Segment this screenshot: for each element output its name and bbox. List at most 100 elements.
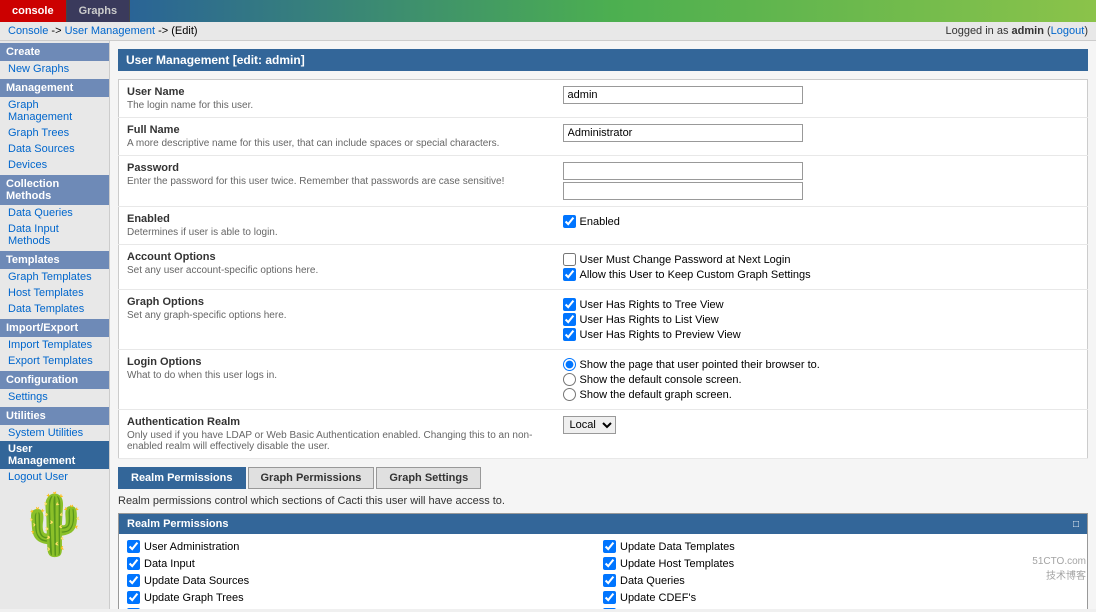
list-view-label: User Has Rights to List View: [580, 314, 719, 326]
tab-graph-permissions[interactable]: Graph Permissions: [248, 467, 375, 489]
sidebar-item-host-templates[interactable]: Host Templates: [0, 285, 109, 301]
sidebar-item-data-queries[interactable]: Data Queries: [0, 205, 109, 221]
permissions-tabs: Realm Permissions Graph Permissions Grap…: [118, 467, 1088, 489]
password-confirm-input[interactable]: [563, 182, 803, 200]
sidebar-item-devices[interactable]: Devices: [0, 157, 109, 173]
graph-options-label: Graph Options: [127, 296, 547, 308]
user-form-table: User Name The login name for this user. …: [118, 79, 1088, 459]
perm-update-data-sources-checkbox[interactable]: [127, 574, 140, 587]
sidebar-item-settings[interactable]: Settings: [0, 389, 109, 405]
list-view-row: User Has Rights to List View: [563, 313, 1079, 326]
perm-data-input: Data Input: [127, 555, 603, 572]
collapse-icon[interactable]: □: [1073, 519, 1079, 530]
sidebar-item-new-graphs[interactable]: New Graphs: [0, 61, 109, 77]
perm-update-host-templates-checkbox[interactable]: [603, 557, 616, 570]
enabled-label: Enabled: [127, 213, 547, 225]
must-change-pwd-checkbox[interactable]: [563, 253, 576, 266]
radio-console-row: Show the default console screen.: [563, 373, 1079, 386]
enabled-checkbox[interactable]: [563, 215, 576, 228]
user-mgmt-link[interactable]: User Management: [65, 25, 156, 37]
graph-options-desc: Set any graph-specific options here.: [127, 310, 547, 321]
perm-update-graphs-label: Update Graphs: [144, 609, 219, 610]
perm-update-graph-trees-checkbox[interactable]: [127, 591, 140, 604]
enabled-desc: Determines if user is able to login.: [127, 227, 547, 238]
sidebar-item-graph-trees[interactable]: Graph Trees: [0, 125, 109, 141]
content-area: User Management [edit: admin] User Name …: [110, 41, 1096, 609]
perm-global-settings: Global Settings: [603, 606, 1079, 609]
logout-link[interactable]: Logout: [1051, 25, 1085, 37]
sidebar-item-graph-templates[interactable]: Graph Templates: [0, 269, 109, 285]
tab-console[interactable]: console: [0, 0, 67, 22]
watermark: 51CTO.com技术博客: [1032, 556, 1086, 582]
perm-data-input-checkbox[interactable]: [127, 557, 140, 570]
radio-graph[interactable]: [563, 388, 576, 401]
radio-page[interactable]: [563, 358, 576, 371]
console-tab-label: console: [12, 5, 54, 17]
realm-permissions-section: Realm Permissions □ User Administration …: [118, 513, 1088, 609]
radio-console[interactable]: [563, 373, 576, 386]
radio-graph-label: Show the default graph screen.: [580, 389, 732, 401]
perm-update-graphs-checkbox[interactable]: [127, 608, 140, 609]
auth-realm-label: Authentication Realm: [127, 416, 547, 428]
perm-update-data-templates: Update Data Templates: [603, 538, 1079, 555]
login-options-label: Login Options: [127, 356, 547, 368]
password-row: Password Enter the password for this use…: [119, 156, 1088, 207]
tab-description: Realm permissions control which sections…: [118, 495, 1088, 507]
enabled-checkbox-label: Enabled: [580, 216, 620, 228]
perm-update-host-templates: Update Host Templates: [603, 555, 1079, 572]
sidebar-item-system-utilities[interactable]: System Utilities: [0, 425, 109, 441]
sidebar-section-management: Management: [0, 79, 109, 97]
sidebar-item-data-templates[interactable]: Data Templates: [0, 301, 109, 317]
perm-update-graph-trees: Update Graph Trees: [127, 589, 603, 606]
radio-page-row: Show the page that user pointed their br…: [563, 358, 1079, 371]
list-view-checkbox[interactable]: [563, 313, 576, 326]
login-options-desc: What to do when this user logs in.: [127, 370, 547, 381]
sidebar-item-graph-management[interactable]: Graph Management: [0, 97, 109, 125]
sidebar-item-data-input[interactable]: Data Input Methods: [0, 221, 109, 249]
radio-page-label: Show the page that user pointed their br…: [580, 359, 820, 371]
perm-user-admin-label: User Administration: [144, 541, 239, 553]
graphs-tab-label: Graphs: [79, 5, 118, 17]
sidebar-item-user-management[interactable]: User Management: [0, 441, 109, 469]
enabled-checkbox-row: Enabled: [563, 215, 1079, 228]
perm-data-queries: Data Queries: [603, 572, 1079, 589]
auth-realm-desc: Only used if you have LDAP or Web Basic …: [127, 430, 547, 452]
preview-view-checkbox[interactable]: [563, 328, 576, 341]
tree-view-checkbox[interactable]: [563, 298, 576, 311]
fullname-desc: A more descriptive name for this user, t…: [127, 138, 547, 149]
username-input[interactable]: [563, 86, 803, 104]
username-desc: The login name for this user.: [127, 100, 547, 111]
perm-user-admin-checkbox[interactable]: [127, 540, 140, 553]
fullname-input[interactable]: [563, 124, 803, 142]
sidebar-item-import-templates[interactable]: Import Templates: [0, 337, 109, 353]
password-desc: Enter the password for this user twice. …: [127, 176, 547, 187]
realm-perms-left: User Administration Data Input Update Da…: [127, 538, 603, 609]
preview-view-row: User Has Rights to Preview View: [563, 328, 1079, 341]
auth-realm-select[interactable]: Local: [563, 416, 616, 434]
sidebar-item-export-templates[interactable]: Export Templates: [0, 353, 109, 369]
perm-update-data-sources: Update Data Sources: [127, 572, 603, 589]
perm-global-settings-checkbox[interactable]: [603, 608, 616, 609]
must-change-pwd-row: User Must Change Password at Next Login: [563, 253, 1079, 266]
tab-graph-settings[interactable]: Graph Settings: [376, 467, 481, 489]
sidebar-section-utilities: Utilities: [0, 407, 109, 425]
keep-settings-label: Allow this User to Keep Custom Graph Set…: [580, 269, 811, 281]
tab-realm-permissions[interactable]: Realm Permissions: [118, 467, 246, 489]
sidebar-item-data-sources[interactable]: Data Sources: [0, 141, 109, 157]
sidebar-item-logout-user[interactable]: Logout User: [0, 469, 109, 485]
cactus-icon: 🌵: [10, 495, 99, 555]
main-layout: Create New Graphs Management Graph Manag…: [0, 41, 1096, 609]
tab-graphs[interactable]: Graphs: [67, 0, 131, 22]
perm-update-cdefs-checkbox[interactable]: [603, 591, 616, 604]
must-change-pwd-label: User Must Change Password at Next Login: [580, 254, 791, 266]
login-options-row: Login Options What to do when this user …: [119, 350, 1088, 410]
perm-data-queries-checkbox[interactable]: [603, 574, 616, 587]
logged-in-user: admin: [1012, 25, 1044, 37]
fullname-row: Full Name A more descriptive name for th…: [119, 118, 1088, 156]
password-input[interactable]: [563, 162, 803, 180]
keep-settings-checkbox[interactable]: [563, 268, 576, 281]
sidebar-section-create: Create: [0, 43, 109, 61]
breadcrumb-link[interactable]: Console: [8, 25, 48, 37]
perm-update-data-templates-checkbox[interactable]: [603, 540, 616, 553]
nav-spacer: [130, 0, 1096, 22]
